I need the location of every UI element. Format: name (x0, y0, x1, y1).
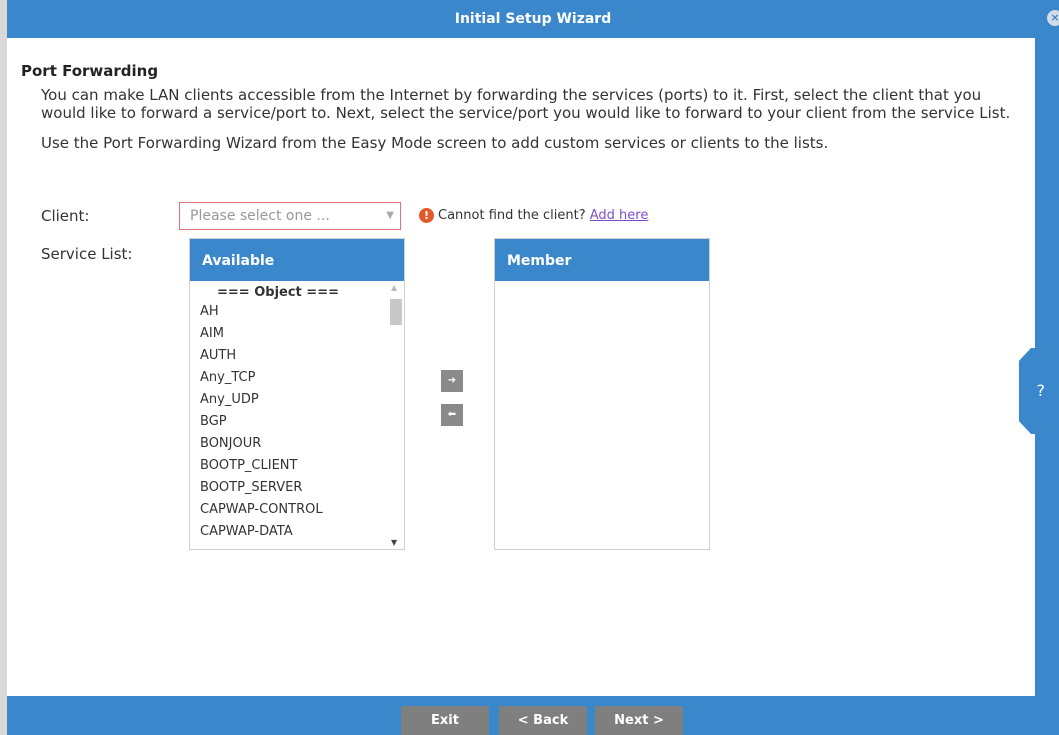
note-text: Use the Port Forwarding Wizard from the … (41, 134, 829, 152)
available-header: Available (190, 239, 404, 281)
client-warning-text: Cannot find the client? (438, 208, 586, 223)
window-title: Initial Setup Wizard (454, 11, 612, 27)
client-warning: Cannot find the client? Add here (438, 208, 648, 223)
list-item[interactable]: Any_TCP (190, 367, 404, 389)
member-header: Member (495, 239, 709, 281)
scroll-up-icon[interactable]: ▲ (391, 283, 397, 292)
list-item[interactable]: CAPWAP-DATA (190, 521, 404, 543)
client-select-placeholder: Please select one ... (190, 208, 330, 224)
page-title: Port Forwarding (21, 62, 159, 80)
warning-icon: ! (419, 208, 434, 223)
wizard-window: Initial Setup Wizard × ? Port Forwarding… (7, 0, 1059, 735)
arrow-right-icon: ➜ (447, 375, 457, 386)
service-list-label: Service List: (41, 245, 133, 263)
content: Port Forwarding You can make LAN clients… (21, 62, 1019, 164)
move-right-button[interactable]: ➜ (441, 370, 463, 392)
exit-button[interactable]: Exit (401, 706, 489, 735)
add-client-link[interactable]: Add here (590, 208, 649, 223)
member-list[interactable]: Member (494, 238, 710, 550)
list-item[interactable]: AIM (190, 323, 404, 345)
list-item[interactable]: BOOTP_CLIENT (190, 455, 404, 477)
available-items: === Object === AH AIM AUTH Any_TCP Any_UDP BG… (190, 281, 404, 543)
member-items (495, 281, 709, 285)
client-select[interactable]: Please select one ... ▼ (179, 202, 401, 230)
list-item[interactable]: CAPWAP-CONTROL (190, 499, 404, 521)
next-button[interactable]: Next > (595, 706, 683, 735)
scroll-thumb[interactable] (390, 299, 402, 325)
list-item[interactable]: BOOTP_SERVER (190, 477, 404, 499)
list-item[interactable]: AUTH (190, 345, 404, 367)
back-button[interactable]: < Back (499, 706, 587, 735)
help-icon: ? (1036, 381, 1046, 400)
client-label: Client: (41, 207, 90, 225)
available-list[interactable]: Available === Object === AH AIM AUTH Any_TC… (189, 238, 405, 550)
arrow-left-icon: ⬅ (447, 409, 457, 420)
scroll-down-icon[interactable]: ▼ (391, 538, 397, 547)
list-item[interactable]: BONJOUR (190, 433, 404, 455)
available-scrollbar[interactable]: ▲ ▼ (388, 283, 402, 547)
close-icon[interactable]: × (1047, 10, 1059, 26)
move-left-button[interactable]: ⬅ (441, 404, 463, 426)
list-item[interactable]: BGP (190, 411, 404, 433)
help-tab[interactable]: ? (1019, 348, 1049, 434)
chevron-down-icon: ▼ (386, 210, 394, 221)
window-titlebar: Initial Setup Wizard × (7, 0, 1059, 38)
intro-text: You can make LAN clients accessible from… (41, 86, 1011, 122)
list-group-header: === Object === (217, 285, 339, 300)
list-item[interactable]: Any_UDP (190, 389, 404, 411)
list-item[interactable]: AH (190, 301, 404, 323)
